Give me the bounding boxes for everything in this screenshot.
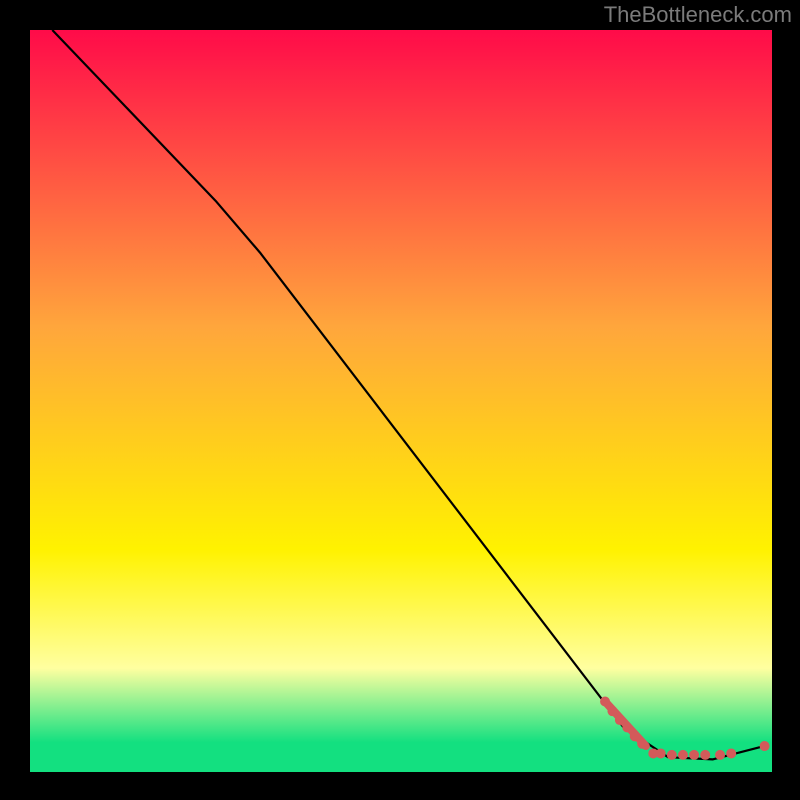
watermark-label: TheBottleneck.com [604, 2, 792, 28]
data-point [715, 750, 725, 760]
data-point [667, 750, 677, 760]
data-point [689, 750, 699, 760]
data-point [760, 741, 770, 751]
data-point [637, 739, 647, 749]
data-point [630, 731, 640, 741]
data-point [700, 750, 710, 760]
data-point [678, 750, 688, 760]
data-point [622, 722, 632, 732]
data-point [607, 706, 617, 716]
data-point [600, 697, 610, 707]
data-point [726, 748, 736, 758]
bottleneck-chart [0, 0, 800, 800]
data-point [656, 748, 666, 758]
plot-background [30, 30, 772, 772]
chart-container: TheBottleneck.com [0, 0, 800, 800]
data-point [615, 715, 625, 725]
